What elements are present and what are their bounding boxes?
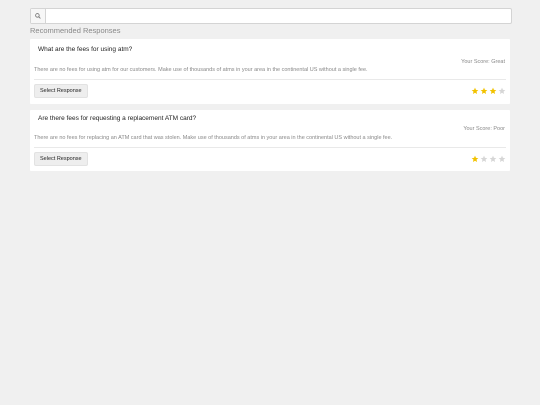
- divider: [34, 79, 506, 80]
- score-label: Your Score: Great: [461, 59, 505, 65]
- select-response-button[interactable]: Select Response: [34, 84, 88, 98]
- search-button[interactable]: [31, 9, 46, 23]
- select-response-button[interactable]: Select Response: [34, 152, 88, 166]
- star-empty-icon[interactable]: [498, 155, 506, 163]
- search-bar: [30, 8, 512, 24]
- score-label: Your Score: Poor: [463, 126, 505, 132]
- star-empty-icon[interactable]: [489, 155, 497, 163]
- star-empty-icon[interactable]: [480, 155, 488, 163]
- star-filled-icon[interactable]: [471, 155, 479, 163]
- star-filled-icon[interactable]: [489, 87, 497, 95]
- response-question: Are there fees for requesting a replacem…: [38, 115, 197, 122]
- star-filled-icon[interactable]: [480, 87, 488, 95]
- response-question: What are the fees for using atm?: [38, 46, 133, 53]
- response-card: What are the fees for using atm? Your Sc…: [30, 39, 510, 104]
- response-card: Are there fees for requesting a replacem…: [30, 110, 510, 171]
- star-filled-icon[interactable]: [471, 87, 479, 95]
- search-input[interactable]: [46, 9, 511, 23]
- rating-stars: [471, 87, 506, 95]
- rating-stars: [471, 155, 506, 163]
- divider: [34, 147, 506, 148]
- section-title: Recommended Responses: [30, 26, 121, 35]
- response-answer: There are no fees for replacing an ATM c…: [34, 135, 393, 141]
- star-empty-icon[interactable]: [498, 87, 506, 95]
- response-answer: There are no fees for using atm for our …: [34, 67, 368, 73]
- search-icon: [35, 13, 41, 19]
